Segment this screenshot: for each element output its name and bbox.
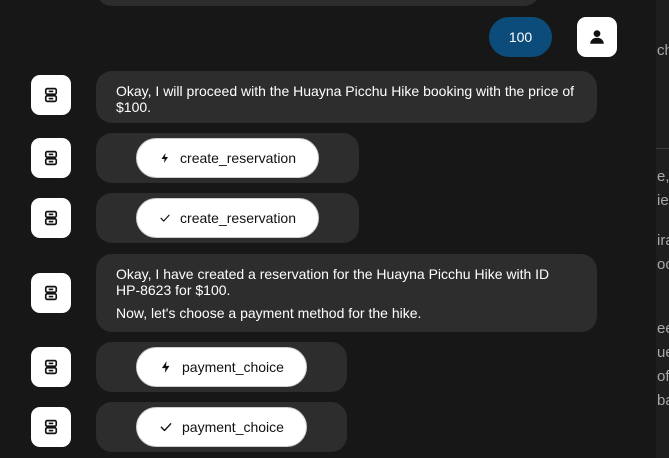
side-panel-text: of (657, 368, 669, 385)
assistant-message: Okay, I have created a reservation for t… (96, 254, 597, 332)
robot-icon (44, 210, 58, 226)
user-message-bubble: 100 (489, 17, 552, 57)
tool-name: create_reservation (180, 150, 296, 166)
side-panel-text: ie (657, 192, 669, 209)
tool-result-bubble: create_reservation (96, 193, 359, 243)
user-avatar (577, 17, 617, 57)
assistant-avatar (31, 138, 71, 178)
tool-name: payment_choice (182, 419, 284, 435)
chat-panel: 100 Okay, I will proceed with the Huayna… (0, 0, 656, 458)
side-panel-text: ira (657, 232, 669, 249)
assistant-avatar (31, 198, 71, 238)
person-icon (590, 30, 604, 44)
previous-message-bubble (96, 0, 540, 6)
tool-result-bubble: payment_choice (96, 402, 347, 452)
message-text: Okay, I will proceed with the Huayna Pic… (116, 83, 575, 115)
side-panel-text: oo (657, 256, 669, 273)
lightning-icon (161, 152, 169, 164)
side-panel: ch e, ie ira oo ee ue of ba (656, 0, 669, 458)
message-text: Okay, I have created a reservation for t… (116, 266, 550, 298)
tool-result-button[interactable]: create_reservation (136, 198, 319, 238)
check-icon (160, 423, 172, 432)
side-panel-divider (656, 148, 669, 149)
side-panel-text: ch (657, 42, 669, 59)
message-text: Now, let's choose a payment method for t… (116, 305, 422, 321)
robot-icon (44, 150, 58, 166)
tool-call-button[interactable]: create_reservation (136, 138, 319, 178)
assistant-avatar (31, 75, 71, 115)
side-panel-text: ee (657, 320, 669, 337)
tool-name: create_reservation (180, 210, 296, 226)
tool-name: payment_choice (182, 359, 284, 375)
lightning-icon (161, 361, 170, 373)
side-panel-text: ue (657, 344, 669, 361)
assistant-avatar (31, 407, 71, 447)
assistant-avatar (31, 347, 71, 387)
side-panel-text: ba (657, 392, 669, 409)
assistant-message: Okay, I will proceed with the Huayna Pic… (96, 71, 597, 123)
tool-call-button[interactable]: payment_choice (136, 347, 307, 387)
robot-icon (44, 359, 58, 375)
user-message-text: 100 (508, 29, 533, 45)
assistant-avatar (31, 273, 71, 313)
tool-call-bubble: payment_choice (96, 342, 347, 392)
side-panel-text: e, (657, 168, 669, 185)
tool-result-button[interactable]: payment_choice (136, 407, 307, 447)
check-icon (160, 214, 170, 222)
tool-call-bubble: create_reservation (96, 133, 359, 183)
robot-icon (44, 87, 58, 103)
robot-icon (44, 419, 58, 435)
robot-icon (44, 285, 58, 301)
